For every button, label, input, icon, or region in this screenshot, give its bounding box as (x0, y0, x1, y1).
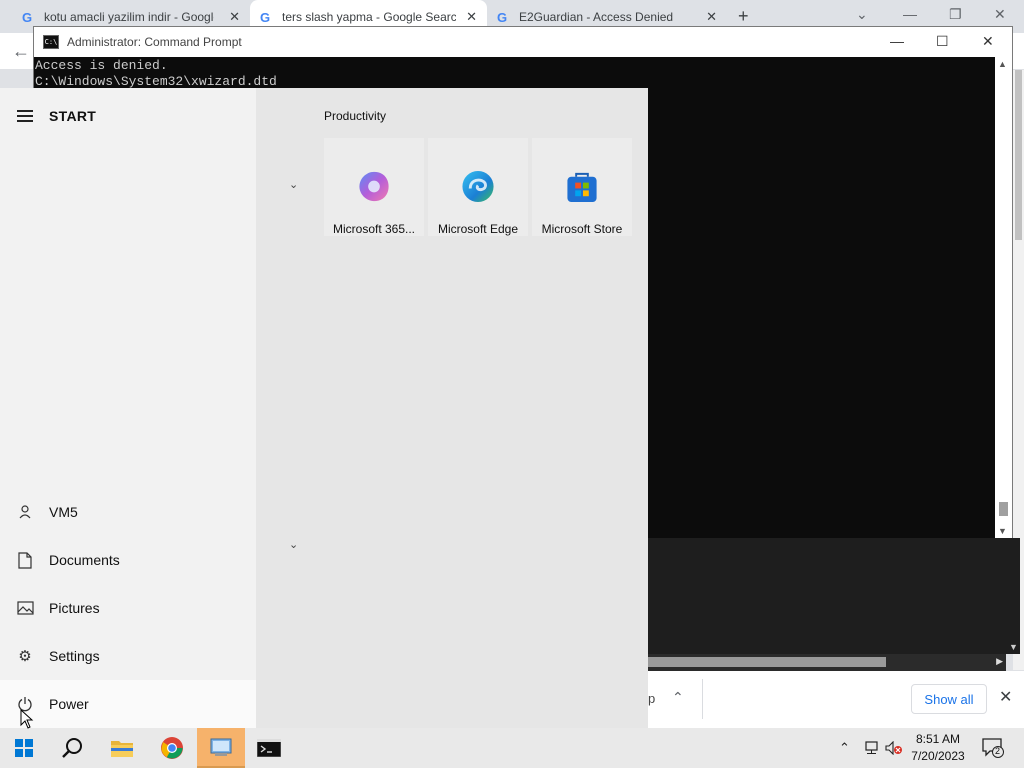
horizontal-scrollbar[interactable]: ▶ (648, 654, 1006, 671)
vertical-scrollbar[interactable]: ▼ (1006, 538, 1020, 654)
new-tab-button[interactable]: + (738, 6, 749, 27)
user-icon (16, 503, 34, 521)
close-tab-icon[interactable]: ✕ (466, 9, 477, 25)
clock-time: 8:51 AM (915, 732, 961, 746)
google-icon: G (22, 10, 32, 24)
cmd-line: Access is denied. (35, 58, 168, 73)
tile-group-title[interactable]: Productivity (324, 109, 386, 123)
back-arrow-icon[interactable]: ← (12, 41, 30, 62)
tile-label: Microsoft Edge (437, 222, 519, 236)
close-download-bar-icon[interactable]: ✕ (999, 687, 1012, 707)
cmd-title-bar[interactable]: C:\ Administrator: Command Prompt — ☐ ✕ (34, 27, 1012, 57)
svg-text:G: G (497, 10, 507, 24)
start-menu-tiles-pane: Productivity ⌄ ⌄ Microsoft 365... Micros… (256, 88, 648, 728)
restore-icon[interactable]: ❐ (949, 6, 962, 23)
microsoft-365-icon (359, 171, 389, 202)
file-explorer-button[interactable] (98, 728, 146, 768)
minimize-icon[interactable]: — (903, 6, 917, 22)
tab-search-icon[interactable]: ⌄ (856, 6, 868, 23)
svg-text:G: G (22, 10, 32, 24)
clock-date: 7/20/2023 (911, 749, 965, 763)
search-icon (62, 738, 82, 758)
close-tab-icon[interactable]: ✕ (229, 9, 240, 25)
taskbar: ⌃ 8:51 AM 7/20/2023 2 (0, 728, 1024, 768)
document-icon (16, 551, 34, 569)
background-window (648, 538, 1020, 654)
command-prompt-icon (257, 739, 281, 757)
tile-microsoft-365[interactable]: Microsoft 365... (324, 138, 424, 236)
maximize-icon[interactable]: ☐ (936, 33, 949, 50)
clock[interactable]: 8:51 AM 7/20/2023 (905, 731, 971, 765)
search-button[interactable] (48, 728, 96, 768)
start-item-label: Pictures (49, 600, 100, 616)
tab-title: ters slash yapma - Google Search (282, 9, 456, 24)
divider (702, 679, 703, 719)
start-item-label: Settings (49, 648, 100, 664)
chevron-down-icon[interactable]: ⌄ (289, 538, 298, 551)
start-icon (15, 739, 33, 757)
cmd-output[interactable]: Access is denied. C:\Windows\System32\xw… (34, 57, 1012, 90)
google-icon: G (260, 10, 270, 24)
scrollbar-thumb[interactable] (1015, 70, 1022, 240)
volume-muted-icon[interactable] (885, 728, 903, 768)
start-button[interactable] (0, 728, 48, 768)
start-item-documents[interactable]: Documents (0, 536, 256, 584)
chrome-icon (161, 737, 183, 759)
tile-microsoft-edge[interactable]: Microsoft Edge (428, 138, 528, 236)
chrome-button[interactable] (148, 728, 196, 768)
show-all-button[interactable]: Show all (911, 684, 987, 714)
store-icon (567, 172, 597, 203)
start-item-user[interactable]: VM5 (0, 488, 256, 536)
tile-label: Microsoft Store (541, 222, 623, 236)
chevron-up-icon[interactable]: ⌃ (839, 728, 850, 768)
google-icon: G (497, 10, 507, 24)
svg-text:G: G (260, 10, 270, 24)
cmd-scrollbar[interactable]: ▲ ▼ (995, 57, 1012, 538)
network-icon[interactable] (862, 728, 880, 768)
notification-center-button[interactable]: 2 (982, 738, 1004, 763)
start-item-settings[interactable]: ⚙ Settings (0, 632, 256, 680)
scrollbar-thumb[interactable] (648, 657, 886, 667)
start-item-label: VM5 (49, 504, 78, 520)
hamburger-menu-icon[interactable] (17, 110, 33, 122)
cmd-title: Administrator: Command Prompt (67, 35, 242, 49)
tablet-app-icon (210, 738, 232, 756)
start-header: START (17, 108, 96, 124)
download-bar: p ⌃ Show all ✕ (648, 671, 1024, 728)
start-item-label: Power (49, 696, 89, 712)
scroll-up-icon[interactable]: ▲ (998, 59, 1007, 69)
close-icon[interactable]: ✕ (994, 6, 1006, 23)
scroll-down-icon[interactable]: ▼ (1009, 642, 1018, 652)
mouse-cursor-icon (20, 709, 34, 729)
notification-icon (982, 738, 1004, 758)
start-title: START (49, 108, 97, 124)
chevron-down-icon[interactable]: ⌄ (289, 178, 298, 191)
scroll-right-icon[interactable]: ▶ (996, 656, 1003, 667)
start-item-label: Documents (49, 552, 120, 568)
tablet-app-button[interactable] (197, 728, 245, 768)
close-tab-icon[interactable]: ✕ (706, 9, 717, 25)
pictures-icon (16, 599, 34, 617)
file-explorer-icon (111, 741, 133, 757)
notification-count: 2 (995, 746, 1001, 756)
command-prompt-icon: C:\ (43, 35, 59, 49)
chevron-up-icon[interactable]: ⌃ (672, 689, 684, 706)
tab-title: kotu amacli yazilim indir - Google (44, 9, 214, 24)
download-item-label[interactable]: p (648, 691, 655, 706)
tile-label: Microsoft 365... (332, 222, 416, 236)
scrollbar-thumb[interactable] (999, 502, 1008, 516)
start-item-power[interactable]: Power (0, 680, 256, 728)
tab-title: E2Guardian - Access Denied (519, 9, 674, 24)
start-menu-left-pane: START VM5 Documents Pictures ⚙ Settings … (0, 88, 256, 728)
start-item-pictures[interactable]: Pictures (0, 584, 256, 632)
command-prompt-button[interactable] (245, 728, 293, 768)
edge-icon (462, 170, 494, 203)
gear-icon: ⚙ (18, 648, 32, 665)
scroll-down-icon[interactable]: ▼ (998, 526, 1007, 536)
tile-microsoft-store[interactable]: Microsoft Store (532, 138, 632, 236)
minimize-icon[interactable]: — (890, 33, 904, 49)
close-icon[interactable]: ✕ (982, 33, 994, 50)
